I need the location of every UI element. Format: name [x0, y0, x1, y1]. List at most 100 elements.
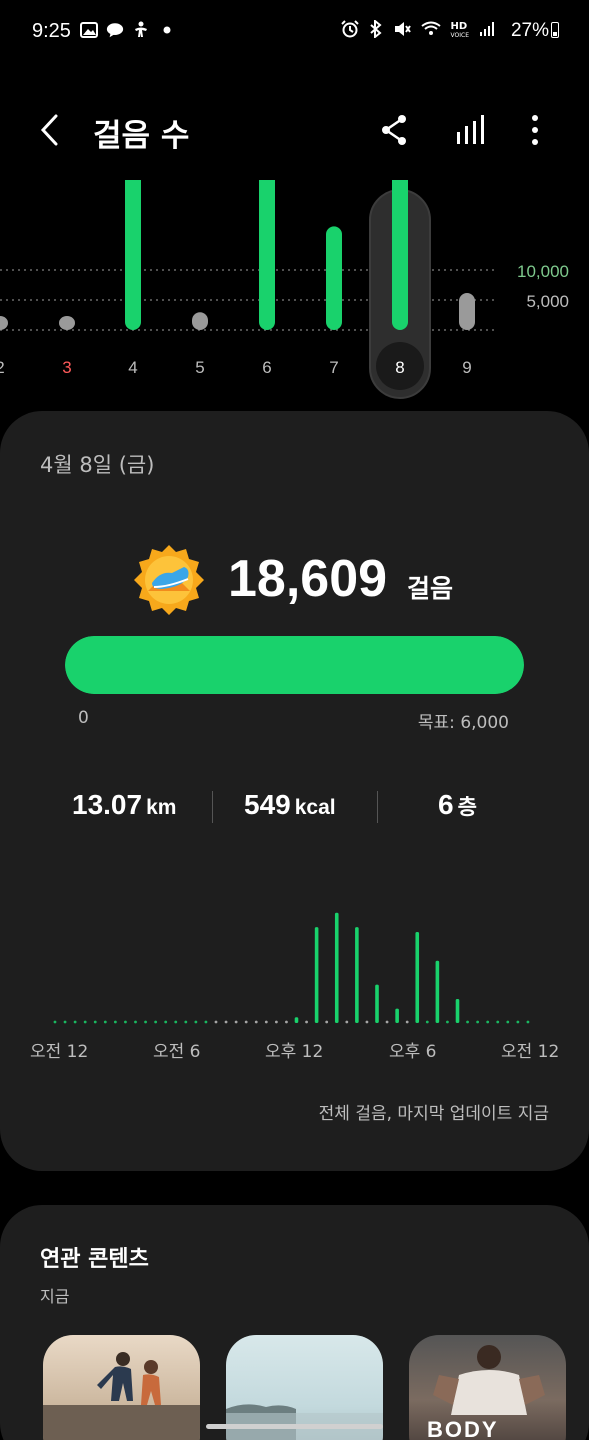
hour-dot	[134, 1020, 137, 1024]
hour-label: 오전 12	[501, 1042, 560, 1062]
hour-dot	[425, 1020, 429, 1024]
talk-icon	[106, 22, 124, 38]
hour-dot	[365, 1020, 369, 1024]
hour-label: 오전 12	[30, 1042, 89, 1062]
hour-dot	[234, 1020, 238, 1024]
bluetooth-icon	[369, 18, 383, 42]
floors-value: 6	[438, 789, 454, 820]
hd-voice-icon: HD VOICE	[451, 22, 469, 40]
progress-min-label: 0	[78, 708, 89, 728]
hour-dot	[264, 1020, 268, 1024]
hour-dot	[224, 1020, 228, 1024]
hour-dot	[274, 1020, 278, 1024]
running-couple-image	[43, 1352, 200, 1440]
day-label-7[interactable]: 7	[329, 358, 338, 377]
day-bar-9[interactable]	[459, 293, 475, 330]
accessibility-icon	[132, 21, 150, 38]
hour-dot	[154, 1020, 158, 1024]
hour-dot	[405, 1020, 409, 1024]
hour-bar	[355, 927, 359, 1023]
progress-goal-label: 목표: 6,000	[417, 713, 509, 733]
hour-dot	[164, 1020, 168, 1024]
step-unit: 걸음	[407, 574, 454, 603]
bar-chart-icon	[457, 115, 484, 144]
signal-icon	[479, 21, 495, 41]
ref-line-10000-label: 10,000	[517, 262, 569, 281]
app-bar: 걸음 수	[0, 100, 589, 160]
hour-bar	[375, 984, 379, 1023]
day-bar-5[interactable]	[192, 312, 208, 330]
trends-button[interactable]	[452, 112, 490, 148]
weekly-steps-chart[interactable]: 2 3 4 5 6 7 8 9 10,000 5,000	[0, 180, 589, 410]
hour-dot	[526, 1020, 530, 1024]
status-bar: 9:25 HD VOICE 27%	[0, 0, 589, 66]
goal-achieved-badge-icon	[132, 543, 206, 617]
metric-divider	[212, 791, 213, 823]
related-content-card: 연관 콘텐츠 지금 BODY BLAST	[0, 1205, 589, 1440]
hour-label: 오후 12	[265, 1042, 324, 1062]
share-button[interactable]	[376, 112, 412, 148]
hour-dot	[184, 1020, 188, 1024]
day-label-4[interactable]: 4	[128, 358, 137, 377]
hour-dot	[476, 1020, 480, 1024]
battery-percent: 27%	[510, 20, 549, 41]
hour-dot	[244, 1020, 248, 1024]
body-blast-thumbnail[interactable]: BODY BLAST	[409, 1335, 566, 1440]
day-bar-6[interactable]	[259, 180, 275, 330]
metric-divider	[377, 791, 378, 823]
gesture-nav-handle[interactable]	[206, 1424, 383, 1429]
goal-progress-fill	[65, 636, 524, 694]
hour-bar	[314, 927, 319, 1023]
ref-line-5000-label: 5,000	[526, 292, 569, 311]
battery-indicator: 27%	[511, 20, 559, 42]
hour-dot	[516, 1020, 520, 1024]
hour-dot	[174, 1020, 178, 1024]
related-content-title: 연관 콘텐츠	[40, 1247, 149, 1272]
update-note: 전체 걸음, 마지막 업데이트 지금	[318, 1104, 549, 1124]
calories-metric: 549 kcal	[244, 789, 336, 821]
hour-dot	[446, 1020, 449, 1024]
more-vertical-icon	[532, 115, 538, 145]
hour-dot	[305, 1020, 308, 1024]
day-label-3[interactable]: 3	[62, 358, 71, 377]
hour-label: 오전 6	[153, 1042, 201, 1062]
page-title: 걸음 수	[93, 118, 190, 154]
hour-dot	[466, 1020, 469, 1024]
wifi-icon	[420, 21, 441, 41]
running-couple-thumbnail[interactable]	[43, 1335, 200, 1440]
day-label-6[interactable]: 6	[262, 358, 271, 377]
day-bar-3[interactable]	[59, 316, 75, 330]
daily-summary-card: 4월 8일 (금) 18,609 걸음 0 목표: 6,000 13.07 km …	[0, 411, 589, 1171]
back-button[interactable]	[34, 112, 68, 148]
hour-dot	[385, 1020, 389, 1024]
day-label-5[interactable]: 5	[195, 358, 204, 377]
hour-dot	[53, 1020, 57, 1024]
distance-unit: km	[146, 796, 177, 819]
hour-dot	[345, 1020, 349, 1024]
day-label-2[interactable]: 2	[0, 358, 5, 377]
hd-label: HD	[450, 21, 468, 32]
hour-dot	[73, 1020, 77, 1024]
hour-dot	[63, 1020, 67, 1024]
hour-bar	[334, 912, 339, 1023]
day-label-9[interactable]: 9	[462, 358, 471, 377]
hour-dot	[214, 1020, 218, 1024]
day-label-8[interactable]: 8	[395, 358, 404, 377]
distance-value: 13.07	[72, 789, 143, 820]
day-bar-4[interactable]	[125, 180, 141, 330]
floors-metric: 6층	[438, 789, 477, 821]
hour-bar	[395, 1008, 399, 1023]
dot-icon	[158, 22, 176, 38]
related-content-subtitle: 지금	[40, 1287, 70, 1306]
more-options-button[interactable]	[520, 112, 550, 148]
day-bar-7[interactable]	[326, 226, 342, 330]
hour-dot	[103, 1020, 107, 1024]
hour-bar	[415, 931, 420, 1023]
day-bar-2[interactable]	[0, 316, 8, 330]
hour-dot	[496, 1020, 500, 1024]
calories-value: 549	[244, 789, 291, 820]
status-time: 9:25	[32, 20, 71, 42]
hour-dot	[325, 1020, 329, 1024]
day-bar-8[interactable]	[392, 180, 408, 330]
hour-dot	[285, 1020, 288, 1024]
